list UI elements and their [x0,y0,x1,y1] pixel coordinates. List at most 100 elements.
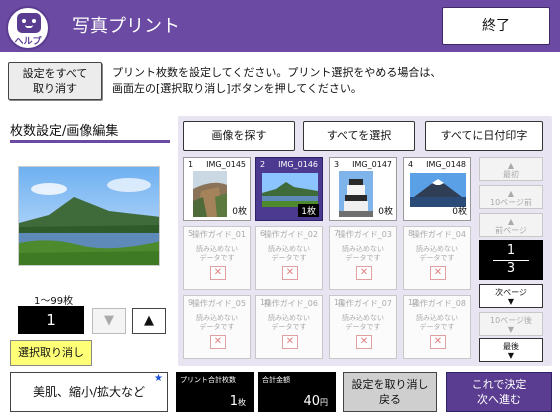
next-page-label: 次ページ [495,288,527,297]
total-pages: 3 [506,261,516,276]
total-sheets-box: プリント合計枚数 1枚 [176,372,254,412]
down-arrow-icon: ▼ [507,351,515,360]
prev-page-label: 前ページ [495,226,527,235]
star-icon: ★ [154,373,163,384]
date-print-all-button[interactable]: すべてに日付印字 [425,121,543,151]
cell-filename: IMG_0147 [352,160,392,169]
increase-count-button[interactable]: ▲ [132,308,166,334]
next-10-pages-button[interactable]: 10ページ後 ▼ [479,312,543,336]
confirm-line1: これで決定 [471,378,527,391]
unreadable-message: 読み込めない データです [256,245,322,263]
image-cell-2[interactable]: 2 IMG_0146 1枚 [255,157,323,221]
image-cell-1[interactable]: 1 IMG_0145 0枚 [183,157,251,221]
cell-filename: 操作ガイド_04 [411,230,466,239]
cell-filename: IMG_0146 [278,160,318,169]
image-cell-4[interactable]: 4 IMG_0148 0枚 [403,157,471,221]
guide-cell-10: 10 操作ガイド_06 読み込めない データです ✕ [255,295,323,359]
error-x-icon: ✕ [210,335,226,349]
error-x-icon: ✕ [282,266,298,280]
clear-all-line1: 設定をすべて [22,67,88,80]
cell-number: 3 [334,160,340,169]
error-x-icon: ✕ [430,335,446,349]
unreadable-message: 読み込めない データです [256,314,322,332]
last-page-button[interactable]: 最後 ▼ [479,338,543,362]
unreadable-message: 読み込めない データです [404,314,470,332]
first-page-button[interactable]: ▲ 最初 [479,157,543,181]
next-page-button[interactable]: 次ページ ▼ [479,284,543,308]
print-count-display: 1 [18,306,84,334]
find-image-button[interactable]: 画像を探す [183,121,295,151]
selected-image-preview [18,166,160,266]
up-arrow-icon: ▲ [507,217,515,226]
thumbnail-image [193,171,227,217]
error-x-icon: ✕ [430,266,446,280]
unreadable-line1: 読み込めない [268,245,310,253]
page-separator [493,260,529,261]
unreadable-line2: データです [271,323,307,331]
guide-cell-11: 11 操作ガイド_07 読み込めない データです ✕ [329,295,397,359]
section-underline [10,140,170,143]
unreadable-line1: 読み込めない [196,245,238,253]
current-page: 1 [506,243,516,258]
page-title: 写真プリント [72,16,180,37]
last-page-label: 最後 [503,342,519,351]
page-indicator: 1 3 [479,240,543,280]
unreadable-line1: 読み込めない [342,314,384,322]
unreadable-line1: 読み込めない [268,314,310,322]
instruction-line1: プリント枚数を設定してください。プリント選択をやめる場合は、 [112,66,442,79]
confirm-line2: 次へ進む [477,393,521,406]
unreadable-line2: データです [419,323,455,331]
first-page-label: 最初 [503,170,519,179]
prev-10-pages-button[interactable]: ▲ 10ページ前 [479,185,543,209]
up-arrow-icon: ▲ [507,161,515,170]
guide-cell-7: 7 操作ガイド_03 読み込めない データです ✕ [329,226,397,290]
close-button[interactable]: 終了 [442,7,550,45]
thumbnail-image [410,173,466,207]
instruction-text: プリント枚数を設定してください。プリント選択をやめる場合は、 画面左の[選択取り… [112,65,552,97]
prev-10-label: 10ページ前 [489,198,533,207]
down-arrow-icon: ▼ [507,297,515,306]
unreadable-line2: データです [345,254,381,262]
cancel-settings-line2: 戻る [379,393,401,406]
guide-cell-8: 8 操作ガイド_04 読み込めない データです ✕ [403,226,471,290]
unreadable-line1: 読み込めない [342,245,384,253]
cell-number: 2 [260,160,266,169]
error-x-icon: ✕ [210,266,226,280]
cell-filename: IMG_0145 [206,160,246,169]
cell-filename: 操作ガイド_01 [191,230,246,239]
cell-count: 0枚 [452,207,467,217]
thumbnail-image [339,171,373,217]
help-label: ヘルプ [14,37,42,47]
guide-cell-6: 6 操作ガイド_02 読み込めない データです ✕ [255,226,323,290]
cell-number: 4 [408,160,414,169]
unreadable-line2: データです [345,323,381,331]
cancel-settings-line1: 設定を取り消し [351,378,429,391]
total-price-label: 合計金額 [262,376,290,384]
landscape-photo [19,167,159,265]
image-cell-3[interactable]: 3 IMG_0147 0枚 [329,157,397,221]
cancel-selection-button[interactable]: 選択取り消し [10,340,92,366]
total-sheets-value: 1 [229,394,238,409]
image-edit-button[interactable]: 美肌、縮小/拡大など [10,372,168,412]
clear-all-line2: 取り消す [33,82,77,95]
cell-count: 0枚 [232,207,247,217]
confirm-next-button[interactable]: これで決定 次へ進む [446,372,552,412]
error-x-icon: ✕ [282,335,298,349]
select-all-button[interactable]: すべてを選択 [303,121,415,151]
total-sheets-label: プリント合計枚数 [180,376,236,384]
unreadable-line1: 読み込めない [416,314,458,322]
unreadable-line2: データです [199,323,235,331]
unreadable-message: 読み込めない データです [330,245,396,263]
count-range-label: 1〜99枚 [34,296,74,307]
cancel-settings-back-button[interactable]: 設定を取り消し 戻る [343,372,437,412]
thumbnail-image [262,173,318,207]
total-price-box: 合計金額 40円 [258,372,336,412]
prev-page-button[interactable]: ▲ 前ページ [479,213,543,237]
decrease-count-button[interactable]: ▼ [92,308,126,334]
guide-cell-9: 9 操作ガイド_05 読み込めない データです ✕ [183,295,251,359]
clear-all-settings-button[interactable]: 設定をすべて 取り消す [8,62,102,100]
total-sheets-value-wrap: 1枚 [230,394,246,409]
help-button[interactable]: ヘルプ [6,6,50,50]
cell-filename: 操作ガイド_05 [191,299,246,308]
cell-filename: 操作ガイド_07 [337,299,392,308]
